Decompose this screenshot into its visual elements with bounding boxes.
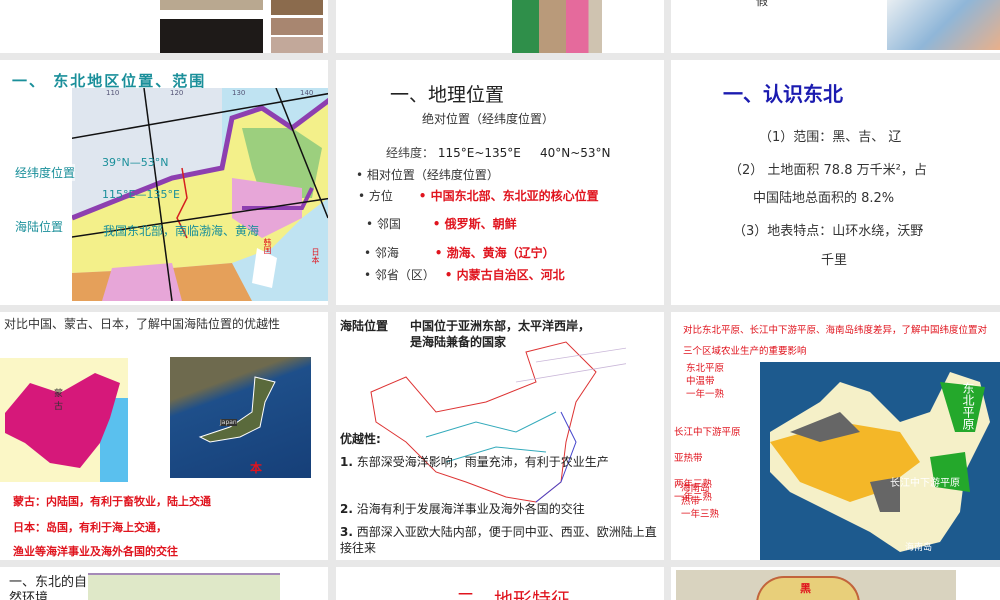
advantage-text: 沿海有利于发展海洋事业及海外各国的交往 [356,502,585,516]
advantage-title: 优越性: [340,432,381,446]
bullet-label: 相对位置（经纬度位置） [366,168,499,182]
slide-thumb-r1c2[interactable] [336,0,664,53]
bullet-neighbor-province: • 邻省（区） • 内蒙古自治区、河北 [364,268,565,282]
bullet-value: 内蒙古自治区、河北 [456,268,565,282]
region-crop: 一年三熟 [681,509,720,520]
slide-title: 一、地理位置 [390,84,505,106]
photo-small-2 [271,18,323,35]
sealand-text: 中国位于亚洲东部，太平洋西岸， [410,319,591,333]
bullet-label: 邻省（区） [374,268,435,282]
bullet-relative: • 相对位置（经纬度位置） [356,168,499,182]
bullet-label: 邻国 [376,217,401,231]
latlon-label: 经纬度： [386,146,435,160]
photo-window [160,19,263,53]
japan-satellite: Japan 本 [170,357,311,478]
illustration-tobacco [512,0,602,53]
advantage-2: 2. 沿海有利于发展海洋事业及海外各国的交往 [340,500,658,517]
region-hainan: 海南岛 热带 一年三熟 [681,482,719,521]
map-char: 本 [250,461,263,475]
bullet-label: 方位 [368,189,393,203]
advantage-3: 3. 西部深入亚欧大陆内部，便于同中亚、西亚、欧洲陆上直接往来 [340,524,658,556]
slide-thumb-r2c1[interactable]: 一、 东北地区位置、范围 110 120 130 140 韩国 日本 39°N—… [0,60,328,305]
slide-thumb-r1c1[interactable] [0,0,328,53]
nature-map [88,573,280,600]
map-label-yangtze: 长江中下游平原 [890,478,960,489]
map-label: 黑 [800,582,811,595]
area-line: （2） 土地面积 78.8 万千米²，占 [729,163,927,178]
slide-thumb-r3c2[interactable]: 海陆位置 中国位于亚洲东部，太平洋西岸， 是海陆兼备的国家 优越性: 1. 东部… [336,312,664,560]
sealand-text-2: 是海陆兼备的国家 [410,335,507,349]
label-latlon: 经纬度位置 [15,164,76,181]
latlon-line: 经纬度： 115°E~135°E 40°N~53°N [386,144,611,161]
label-sealand: 海陆位置 [15,218,64,235]
advantage-text: 东部深受海洋影响，雨量充沛，有利于农业生产 [356,455,609,469]
lon-tick: 130 [232,89,246,97]
surface-line-2: 千里 [821,253,848,268]
heilongjiang-map: 黑 [676,570,956,600]
sealand-text: 我国东北部，南临渤海、黄海 [103,224,260,238]
bullet-value: 俄罗斯、朝鲜 [444,217,517,231]
sealand-heading: 海陆位置 [340,319,389,333]
bullet-neighbor-sea: • 邻海 • 渤海、黄海（辽宁） [364,246,555,260]
advantage-1: 1. 东部深受海洋影响，雨量充沛，有利于农业生产 [340,454,658,470]
advantage-num: 3. [340,525,353,539]
area-line-2: 中国陆地总面积的 8.2% [753,191,895,206]
slide-title: 一、东北的自然环境 [9,575,88,600]
region-zone: 热带 [681,496,701,507]
map-label-japan: Japan [220,419,237,426]
advantage-num: 1. [340,455,353,469]
bullet-neighbor-country: • 邻国 • 俄罗斯、朝鲜 [366,217,517,231]
slide-thumb-r4c3[interactable]: 黑 [671,567,1000,600]
note-japan-2: 渔业等海洋事业及海外各国的交往 [13,545,178,558]
range-line: （1）范围：黑、吉、 辽 [759,130,902,145]
lon-tick: 110 [106,89,120,97]
slide-thumb-r4c2[interactable]: 二、地形特征 [336,567,664,600]
map-label-ne-plain: 东北平原 [961,382,975,430]
region-name: 海南岛 [681,483,710,494]
slide-thumb-r1c3[interactable]: 假 [671,0,1000,53]
slide-title: 对比东北平原、长江中下游平原、海南岛纬度差异，了解中国纬度位置对三个区域农业生产… [683,325,988,357]
slide-thumb-r2c3[interactable]: 一、认识东北 （1）范围：黑、吉、 辽 （2） 土地面积 78.8 万千米²，占… [671,60,1000,305]
photo-small-3 [271,37,323,53]
region-zone: 亚热带 [674,453,703,464]
lat-range: 39°N—53°N [102,156,169,169]
lon-value: 115°E~135°E [437,146,521,160]
bullet-direction: • 方位 • 中国东北部、东北亚的核心位置 [358,189,599,203]
lon-tick: 140 [300,89,314,97]
lat-value: 40°N~53°N [539,146,611,160]
advantage-text: 西部深入亚欧大陆内部，便于同中亚、西亚、欧洲陆上直接往来 [340,525,657,555]
photo-courtyard [160,0,263,10]
bullet-value: 中国东北部、东北亚的核心位置 [430,189,599,203]
region-name: 东北平原 [686,363,725,374]
illustration-woman [887,0,1000,50]
subtitle: 绝对位置（经纬度位置） [422,112,555,126]
terrain-map: 东北平原 长江中下游平原 海南岛 [760,362,1000,560]
region-ne: 东北平原 中温带 一年一熟 [686,362,724,401]
surface-line: （3）地表特点：山环水绕，沃野 [733,224,924,239]
slide-title: 二、地形特征 [456,589,571,600]
map-label-japan: 日本 [311,248,320,264]
slide-thumb-r3c3[interactable]: 对比东北平原、长江中下游平原、海南岛纬度差异，了解中国纬度位置对三个区域农业生产… [671,312,1000,560]
map-label-mongolia: 蒙古 [54,389,64,412]
advantage-num: 2. [340,502,353,516]
region-crop: 一年一熟 [686,389,725,400]
slide-thumb-r3c1[interactable]: 对比中国、蒙古、日本，了解中国海陆位置的优越性 蒙古 Japan 本 蒙古：内陆… [0,312,328,560]
slide-title: 一、认识东北 [723,82,843,106]
region-name: 长江中下游平原 [674,427,741,438]
slide-title: 对比中国、蒙古、日本，了解中国海陆位置的优越性 [4,317,281,331]
slide-thumb-r4c1[interactable]: 一、东北的自然环境 [0,567,328,600]
slide-thumb-r2c2[interactable]: 一、地理位置 绝对位置（经纬度位置） 经纬度： 115°E~135°E 40°N… [336,60,664,305]
photo-small-1 [271,0,323,15]
lon-range: 115°E—135°E [102,188,180,201]
partial-text: 假 [756,0,769,8]
note-japan: 日本：岛国，有利于海上交通， [13,521,167,534]
note-mongolia: 蒙古：内陆国，有利于畜牧业，陆上交通 [13,495,211,508]
bullet-label: 邻海 [374,246,399,260]
china-map: 蒙古 [0,358,128,482]
map-label-hainan: 海南岛 [905,543,933,553]
region-zone: 中温带 [686,376,715,387]
bullet-value: 渤海、黄海（辽宁） [446,246,555,260]
map-label-korea: 韩国 [263,238,272,254]
lon-tick: 120 [170,89,184,97]
